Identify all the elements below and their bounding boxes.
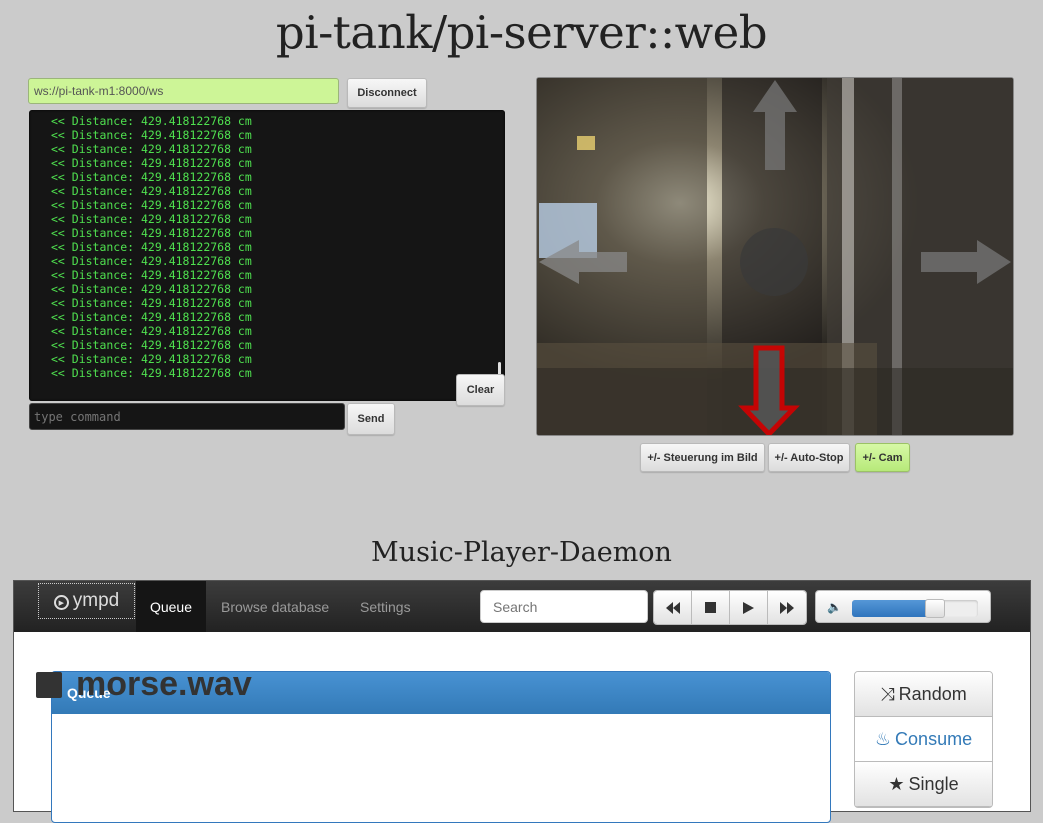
console-line: << Distance: 429.418122768 cm <box>51 128 252 142</box>
random-label: Random <box>898 683 967 704</box>
mpd-navbar: ▶ ympd Queue Browse database Settings 🔈 <box>14 581 1030 632</box>
console-line: << Distance: 429.418122768 cm <box>51 198 252 212</box>
steering-overlay <box>539 80 1011 435</box>
console-line: << Distance: 429.418122768 cm <box>51 296 252 310</box>
nav-settings[interactable]: Settings <box>360 581 411 632</box>
transport-controls <box>653 590 807 625</box>
current-track: morse.wav <box>36 665 252 704</box>
nav-browse-database[interactable]: Browse database <box>221 581 329 632</box>
ympd-brand[interactable]: ▶ ympd <box>38 583 135 619</box>
nav-queue[interactable]: Queue <box>136 581 206 632</box>
volume-slider-handle[interactable] <box>925 599 946 618</box>
fast-forward-icon[interactable] <box>768 591 806 624</box>
console-line: << Distance: 429.418122768 cm <box>51 226 252 240</box>
console-line: << Distance: 429.418122768 cm <box>51 352 252 366</box>
console-lines: << Distance: 429.418122768 cm << Distance… <box>51 114 252 380</box>
stop-icon[interactable] <box>692 591 730 624</box>
arrow-down-icon[interactable] <box>738 345 800 435</box>
stopped-state-icon <box>36 671 62 698</box>
center-stop-icon[interactable] <box>740 228 808 296</box>
arrow-right-icon[interactable] <box>921 240 1011 284</box>
console-line: << Distance: 429.418122768 cm <box>51 170 252 184</box>
current-track-title: morse.wav <box>76 665 252 703</box>
console-line: << Distance: 429.418122768 cm <box>51 254 252 268</box>
search-input[interactable] <box>480 590 648 623</box>
console-line: << Distance: 429.418122768 cm <box>51 114 252 128</box>
arrow-left-icon[interactable] <box>539 240 627 284</box>
volume-control: 🔈 <box>815 590 991 623</box>
console-line: << Distance: 429.418122768 cm <box>51 366 252 380</box>
camera-feed[interactable] <box>536 77 1014 436</box>
volume-icon: 🔈 <box>827 600 842 614</box>
consume-label: Consume <box>895 728 973 749</box>
websocket-url-field[interactable] <box>28 78 339 104</box>
console-output[interactable]: << Distance: 429.418122768 cm << Distance… <box>29 110 505 401</box>
volume-fill <box>852 600 936 617</box>
console-line: << Distance: 429.418122768 cm <box>51 324 252 338</box>
clear-button[interactable]: Clear <box>456 374 505 406</box>
console-line: << Distance: 429.418122768 cm <box>51 240 252 254</box>
shuffle-icon: ⤨ <box>880 683 895 704</box>
play-icon[interactable] <box>730 591 768 624</box>
random-button[interactable]: ⤨ Random <box>855 672 992 717</box>
star-icon: ★ <box>888 773 905 794</box>
toggle-autostop-button[interactable]: +/- Auto-Stop <box>768 443 850 472</box>
console-line: << Distance: 429.418122768 cm <box>51 268 252 282</box>
console-line: << Distance: 429.418122768 cm <box>51 282 252 296</box>
console-line: << Distance: 429.418122768 cm <box>51 338 252 352</box>
mpd-frame: ▶ ympd Queue Browse database Settings 🔈 <box>13 580 1031 823</box>
console-line: << Distance: 429.418122768 cm <box>51 212 252 226</box>
brand-label: ympd <box>72 590 120 611</box>
console-line: << Distance: 429.418122768 cm <box>51 184 252 198</box>
consume-button[interactable]: ♨ Consume <box>855 717 992 762</box>
arrow-up-icon[interactable] <box>753 80 797 170</box>
playback-modes: ⤨ Random ♨ Consume ★ Single <box>854 671 993 808</box>
console-line: << Distance: 429.418122768 cm <box>51 156 252 170</box>
toggle-camera-button[interactable]: +/- Cam <box>855 443 910 472</box>
rewind-icon[interactable] <box>654 591 692 624</box>
disconnect-button[interactable]: Disconnect <box>347 78 427 108</box>
mpd-section-title: Music-Player-Daemon <box>371 537 672 568</box>
send-button[interactable]: Send <box>347 403 395 435</box>
volume-slider[interactable] <box>852 599 978 618</box>
toggle-steering-overlay-button[interactable]: +/- Steuerung im Bild <box>640 443 765 472</box>
fire-icon: ♨ <box>874 728 892 749</box>
single-label: Single <box>908 773 959 794</box>
console-line: << Distance: 429.418122768 cm <box>51 142 252 156</box>
console-line: << Distance: 429.418122768 cm <box>51 310 252 324</box>
page-title: pi-tank/pi-server::web <box>275 6 768 59</box>
single-button[interactable]: ★ Single <box>855 762 992 807</box>
command-input[interactable] <box>29 403 345 430</box>
play-circle-icon: ▶ <box>53 595 69 610</box>
